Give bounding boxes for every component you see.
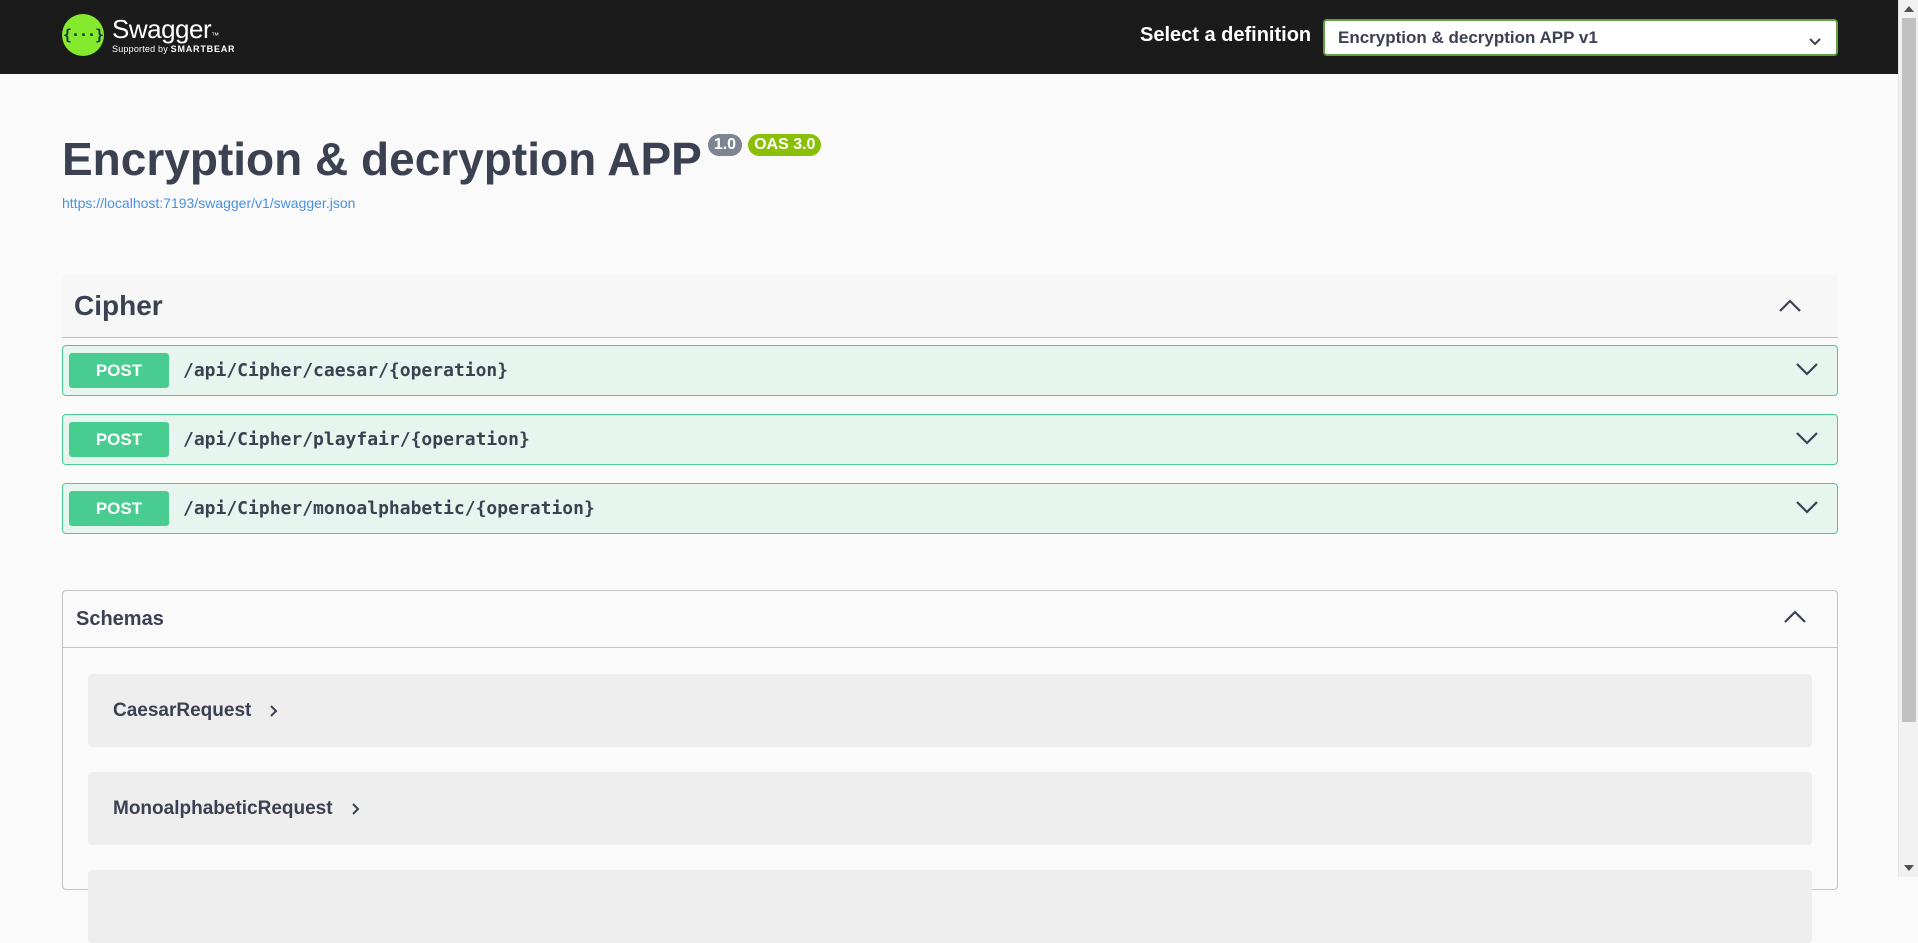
definition-select[interactable]: Encryption & decryption APP v1: [1323, 19, 1838, 56]
chevron-up-icon[interactable]: [1783, 608, 1807, 629]
chevron-down-icon[interactable]: [1795, 430, 1819, 451]
method-badge: POST: [69, 353, 169, 388]
version-badge: 1.0: [707, 134, 743, 156]
operation-post-caesar[interactable]: POST /api/Cipher/caesar/{operation}: [62, 345, 1838, 396]
oas-badge: OAS 3.0: [748, 134, 822, 156]
schemas-section: Schemas CaesarRequest MonoalphabeticRequ…: [62, 590, 1838, 943]
method-badge: POST: [69, 422, 169, 457]
tag-header-cipher[interactable]: Cipher: [62, 275, 1838, 338]
logo-text: Swagger™ Supported by SMARTBEAR: [112, 16, 235, 54]
scrollbar[interactable]: [1898, 0, 1918, 877]
operation-post-playfair[interactable]: POST /api/Cipher/playfair/{operation}: [62, 414, 1838, 465]
model-name: MonoalphabeticRequest: [113, 797, 333, 819]
operation-path: /api/Cipher/playfair/{operation}: [183, 429, 530, 450]
chevron-up-icon[interactable]: [1778, 297, 1802, 318]
definition-label: Select a definition: [1140, 24, 1312, 46]
tag-section-cipher: Cipher POST /api/Cipher/caesar/{operatio…: [62, 275, 1838, 534]
schemas-header[interactable]: Schemas: [63, 591, 1837, 648]
topbar: {···} Swagger™ Supported by SMARTBEAR Se…: [0, 0, 1898, 74]
model-name: CaesarRequest: [113, 699, 252, 721]
model-partial: [88, 870, 1812, 943]
model-caesar-request[interactable]: CaesarRequest: [88, 674, 1812, 747]
tag-name: Cipher: [74, 290, 163, 321]
scroll-down-icon[interactable]: [1904, 865, 1914, 871]
swagger-logo-icon: {···}: [62, 14, 104, 56]
brand-trademark: ™: [211, 31, 219, 40]
brand-name: Swagger™: [112, 16, 235, 42]
chevron-right-icon[interactable]: [351, 802, 361, 816]
supported-by: Supported by SMARTBEAR: [112, 45, 235, 54]
brand-name-text: Swagger: [112, 14, 212, 44]
supported-brand: SMARTBEAR: [170, 44, 236, 54]
swagger-logo[interactable]: {···} Swagger™ Supported by SMARTBEAR: [62, 14, 235, 56]
chevron-down-icon[interactable]: [1795, 499, 1819, 520]
scroll-thumb[interactable]: [1902, 18, 1916, 722]
operation-post-monoalphabetic[interactable]: POST /api/Cipher/monoalphabetic/{operati…: [62, 483, 1838, 534]
operation-path: /api/Cipher/monoalphabetic/{operation}: [183, 498, 595, 519]
supported-prefix: Supported by: [112, 44, 168, 54]
api-title-text: Encryption & decryption APP: [62, 133, 702, 185]
swagger-json-link[interactable]: https://localhost:7193/swagger/v1/swagge…: [62, 195, 355, 211]
method-badge: POST: [69, 491, 169, 526]
chevron-down-icon[interactable]: [1795, 361, 1819, 382]
definition-selected-value: Encryption & decryption APP v1: [1338, 27, 1598, 47]
chevron-down-icon: [1808, 32, 1822, 52]
model-monoalphabetic-request[interactable]: MonoalphabeticRequest: [88, 772, 1812, 845]
logo-glyph: {···}: [62, 26, 104, 44]
chevron-right-icon[interactable]: [269, 704, 279, 718]
operation-path: /api/Cipher/caesar/{operation}: [183, 360, 509, 381]
schemas-title: Schemas: [76, 607, 164, 630]
scroll-up-icon[interactable]: [1904, 6, 1914, 12]
api-title: Encryption & decryption APP 1.0 OAS 3.0: [62, 133, 822, 185]
